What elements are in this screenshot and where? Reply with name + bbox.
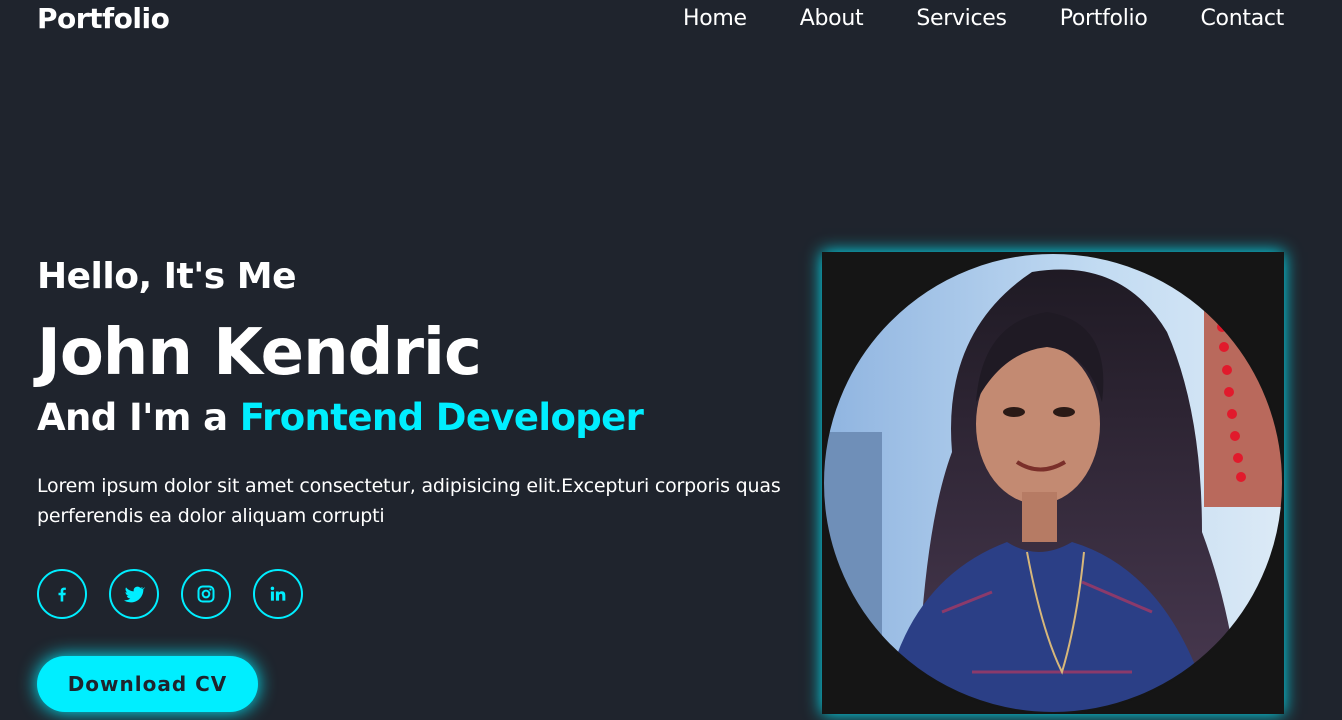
site-logo[interactable]: Portfolio [37, 2, 170, 35]
hero-role-prefix: And I'm a [37, 396, 240, 439]
nav-home[interactable]: Home [683, 6, 747, 31]
hero-role: And I'm a Frontend Developer [37, 393, 797, 443]
main-nav: Home About Services Portfolio Contact [630, 6, 1284, 31]
hero-name: John Kendric [37, 316, 482, 390]
profile-photo [822, 252, 1284, 714]
social-links [37, 569, 797, 619]
nav-services[interactable]: Services [916, 6, 1007, 31]
facebook-icon [58, 587, 66, 602]
twitter-icon [123, 586, 145, 603]
instagram-link[interactable] [181, 569, 231, 619]
nav-about[interactable]: About [800, 6, 864, 31]
nav-contact[interactable]: Contact [1201, 6, 1285, 31]
instagram-icon [197, 585, 215, 603]
linkedin-icon [270, 586, 286, 601]
linkedin-link[interactable] [253, 569, 303, 619]
facebook-link[interactable] [37, 569, 87, 619]
download-cv-button[interactable]: Download CV [37, 656, 258, 712]
hero-role-highlight: Frontend Developer [239, 396, 644, 439]
hero-greeting: Hello, It's Me [37, 256, 297, 297]
hero-description: Lorem ipsum dolor sit amet consectetur, … [37, 475, 781, 527]
site-header: Portfolio Home About Services Portfolio … [0, 0, 1342, 42]
portfolio-page: Portfolio Home About Services Portfolio … [0, 0, 1342, 720]
nav-portfolio[interactable]: Portfolio [1060, 6, 1148, 31]
hero-content: Hello, It's Me John Kendric And I'm a Fr… [37, 255, 797, 712]
twitter-link[interactable] [109, 569, 159, 619]
profile-photo-image [822, 252, 1284, 714]
